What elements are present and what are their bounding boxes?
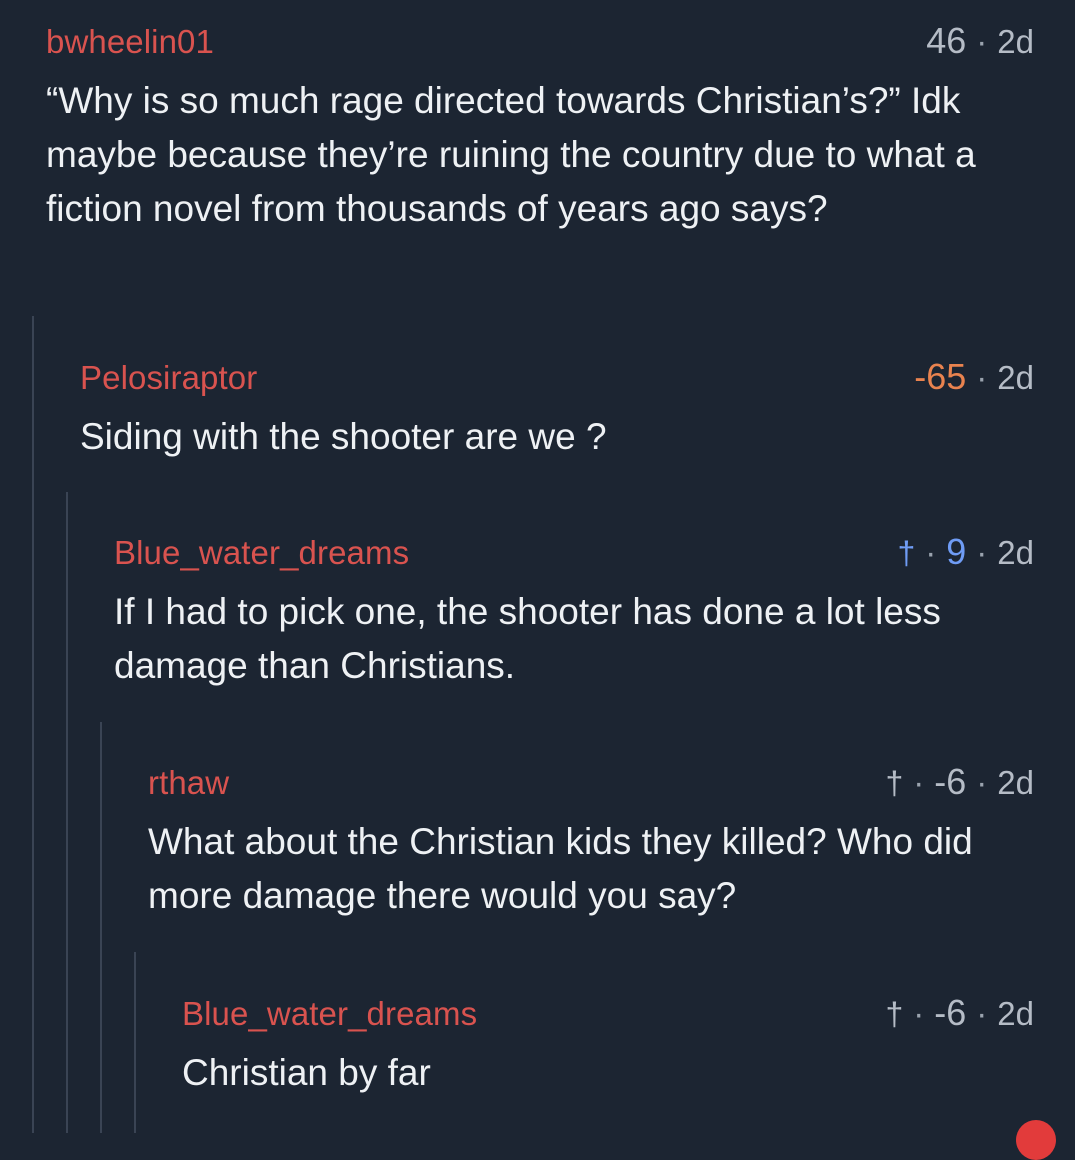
comment-age: 2d [997, 995, 1034, 1032]
comment-meta: † · -6 · 2d [885, 761, 1034, 803]
comment-score: -65 [914, 356, 967, 397]
comment-author[interactable]: rthaw [148, 764, 229, 802]
comment[interactable]: Pelosiraptor -65 · 2d Siding with the sh… [80, 356, 1034, 464]
comment-meta: † · 9 · 2d [897, 531, 1034, 573]
separator: · [976, 995, 988, 1032]
separator: · [913, 995, 925, 1032]
comment-age: 2d [997, 359, 1034, 396]
thread-line-depth-1 [32, 316, 34, 1133]
comment-score: 46 [926, 20, 967, 61]
comment-header: Blue_water_dreams † · -6 · 2d [182, 992, 1034, 1034]
upvote-dagger-icon[interactable]: † [897, 535, 915, 572]
comment-age: 2d [997, 23, 1034, 60]
thread-line-depth-2 [66, 492, 68, 1133]
comment-author[interactable]: bwheelin01 [46, 23, 214, 61]
comment-age: 2d [997, 764, 1034, 801]
thread-line-depth-4 [134, 952, 136, 1133]
thread-line-depth-3 [100, 722, 102, 1133]
separator: · [976, 359, 988, 396]
comment-header: bwheelin01 46 · 2d [46, 20, 1034, 62]
separator: · [976, 534, 988, 571]
comment[interactable]: Blue_water_dreams † · 9 · 2d If I had to… [114, 531, 1034, 693]
comment-body: What about the Christian kids they kille… [148, 821, 973, 916]
vote-dagger-icon[interactable]: † [885, 996, 903, 1033]
comment-header: Blue_water_dreams † · 9 · 2d [114, 531, 1034, 573]
notification-badge[interactable] [1016, 1120, 1056, 1160]
vote-dagger-icon[interactable]: † [885, 765, 903, 802]
comment-author[interactable]: Blue_water_dreams [182, 995, 477, 1033]
separator: · [925, 534, 937, 571]
separator: · [913, 764, 925, 801]
separator: · [976, 23, 988, 60]
comment-body: Christian by far [182, 1052, 431, 1093]
comment-author[interactable]: Blue_water_dreams [114, 534, 409, 572]
comment-meta: † · -6 · 2d [885, 992, 1034, 1034]
comment-author[interactable]: Pelosiraptor [80, 359, 257, 397]
comment-score: -6 [934, 992, 967, 1033]
comment-header: Pelosiraptor -65 · 2d [80, 356, 1034, 398]
comment-body: If I had to pick one, the shooter has do… [114, 591, 941, 686]
comment-body: “Why is so much rage directed towards Ch… [46, 80, 976, 229]
comment[interactable]: rthaw † · -6 · 2d What about the Christi… [148, 761, 1034, 923]
comment-meta: -65 · 2d [914, 356, 1034, 398]
comment-header: rthaw † · -6 · 2d [148, 761, 1034, 803]
comment-age: 2d [997, 534, 1034, 571]
comment-score: -6 [934, 761, 967, 802]
comment-meta: 46 · 2d [926, 20, 1034, 62]
separator: · [976, 764, 988, 801]
comment[interactable]: Blue_water_dreams † · -6 · 2d Christian … [182, 992, 1034, 1100]
comment-score: 9 [946, 531, 967, 572]
comment-body: Siding with the shooter are we ? [80, 416, 607, 457]
comment[interactable]: bwheelin01 46 · 2d “Why is so much rage … [46, 20, 1034, 236]
